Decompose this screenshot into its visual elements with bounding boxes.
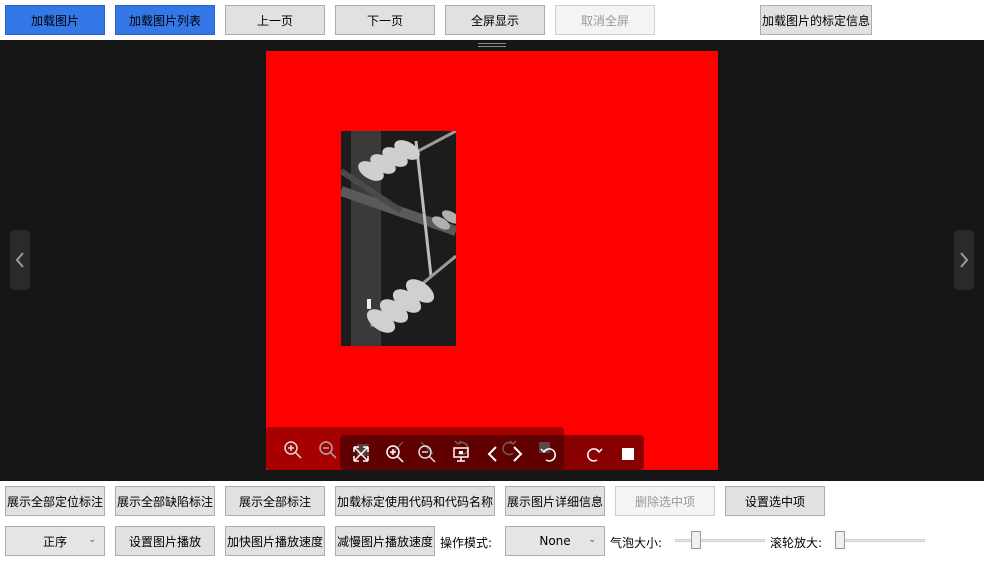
chevron-down-icon: ⌄ (588, 535, 596, 545)
slider-thumb[interactable] (691, 531, 701, 549)
speed-up-button[interactable]: 加快图片播放速度 (225, 526, 325, 556)
slider-thumb[interactable] (835, 531, 845, 549)
set-playback-button[interactable]: 设置图片播放 (115, 526, 215, 556)
delete-selected-button[interactable]: 删除选中项 (615, 486, 715, 516)
load-image-list-button[interactable]: 加载图片列表 (115, 5, 215, 35)
slow-down-button[interactable]: 减慢图片播放速度 (335, 526, 435, 556)
reset-icon[interactable] (538, 443, 560, 465)
load-image-button[interactable]: 加载图片 (5, 5, 105, 35)
previous-icon[interactable] (482, 443, 504, 465)
bubble-size-label: 气泡大小: (610, 536, 663, 550)
show-all-annotations-button[interactable]: 展示全部标注 (225, 486, 325, 516)
mode-select[interactable]: None ⌄ (505, 526, 605, 556)
zoom-out-icon[interactable] (416, 443, 438, 465)
image-viewer[interactable] (0, 40, 984, 481)
image-canvas[interactable] (266, 51, 718, 470)
previous-image-arrow[interactable] (10, 230, 30, 290)
next-page-button[interactable]: 下一页 (335, 5, 435, 35)
order-select-value: 正序 (42, 534, 67, 549)
load-calibration-button[interactable]: 加载图片的标定信息 (760, 5, 872, 35)
fullscreen-button[interactable]: 全屏显示 (445, 5, 545, 35)
bubble-size-slider[interactable] (675, 530, 765, 550)
wheel-zoom-slider[interactable] (835, 530, 925, 550)
next-image-arrow[interactable] (954, 230, 974, 290)
show-all-locate-button[interactable]: 展示全部定位标注 (5, 486, 105, 516)
exit-fullscreen-button[interactable]: 取消全屏 (555, 5, 655, 35)
order-select[interactable]: 正序 ⌄ (5, 526, 105, 556)
zoom-in-icon[interactable] (384, 443, 406, 465)
load-calib-codes-button[interactable]: 加载标定使用代码和代码名称 (335, 486, 495, 516)
zoom-out-icon[interactable] (317, 439, 339, 461)
image-toolbar-secondary (340, 435, 644, 470)
fullscreen-expand-icon[interactable] (350, 443, 372, 465)
presentation-icon[interactable] (450, 443, 472, 465)
chevron-left-icon (15, 252, 24, 268)
prev-page-button[interactable]: 上一页 (225, 5, 325, 35)
stop-icon[interactable] (617, 443, 639, 465)
show-all-defect-button[interactable]: 展示全部缺陷标注 (115, 486, 215, 516)
drag-handle[interactable] (438, 40, 546, 51)
chevron-down-icon: ⌄ (88, 535, 96, 545)
next-icon[interactable] (506, 443, 528, 465)
chevron-right-icon (960, 252, 969, 268)
zoom-in-icon[interactable] (282, 439, 304, 461)
wheel-zoom-label: 滚轮放大: (770, 536, 823, 550)
show-image-detail-button[interactable]: 展示图片详细信息 (505, 486, 605, 516)
redo-icon[interactable] (583, 443, 605, 465)
set-selected-button[interactable]: 设置选中项 (725, 486, 825, 516)
insulator-photo (341, 131, 456, 346)
mode-label: 操作模式: (440, 536, 493, 550)
mode-select-value: None (539, 534, 571, 548)
